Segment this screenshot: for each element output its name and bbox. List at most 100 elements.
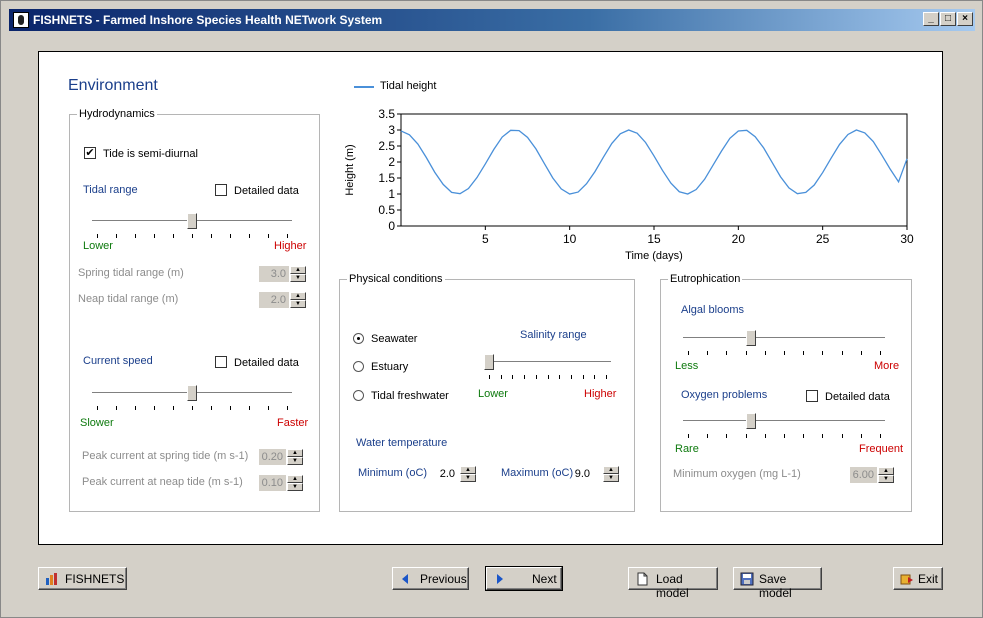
spin-up-icon[interactable]: ▲: [878, 467, 894, 475]
spin-down-icon[interactable]: ▼: [878, 475, 894, 483]
slider-tick: [880, 434, 881, 438]
spin-value: 2.0: [259, 292, 289, 308]
previous-label: Previous: [420, 572, 467, 586]
exit-label: Exit: [918, 572, 939, 586]
physical-conditions-group: Physical conditions Seawater Estuary Tid…: [339, 273, 635, 512]
y-tick-label: 3: [388, 123, 395, 137]
slider-tick: [135, 234, 136, 238]
estuary-radio[interactable]: [353, 361, 364, 372]
slider-tick: [764, 434, 766, 438]
physical-conditions-legend: Physical conditions: [349, 273, 443, 285]
spin-down-icon[interactable]: ▼: [287, 483, 303, 491]
y-axis-label: Height (m): [344, 144, 356, 195]
app-window: FISHNETS - Farmed Inshore Species Health…: [0, 0, 983, 618]
seawater-label: Seawater: [371, 333, 418, 345]
spin-down-icon[interactable]: ▼: [290, 274, 306, 282]
slider-tick: [135, 406, 136, 410]
load-model-button[interactable]: Load model: [628, 567, 718, 600]
slider-tick: [249, 234, 250, 238]
slider-tick: [173, 406, 174, 410]
slider-tick: [559, 375, 561, 379]
slider-tick: [688, 351, 689, 355]
estuary-label: Estuary: [371, 361, 409, 373]
slider-tick: [500, 375, 502, 379]
slider-tick: [535, 375, 537, 379]
document-icon: [637, 572, 648, 586]
minimize-button[interactable]: _: [923, 12, 939, 26]
slider-tick: [707, 351, 709, 355]
current-speed-detailed-checkbox[interactable]: [215, 356, 227, 368]
water-temperature-label: Water temperature: [356, 437, 448, 449]
slider-thumb[interactable]: [746, 330, 757, 346]
current-speed-low: Slower: [80, 417, 114, 429]
arrow-left-icon: [402, 574, 408, 584]
slider-tick: [841, 351, 843, 355]
save-model-label: Save model: [759, 572, 792, 600]
eutrophication-group: Eutrophication Algal blooms Less More Ox…: [660, 273, 912, 512]
slider-thumb[interactable]: [484, 354, 494, 370]
spin-up-icon[interactable]: ▲: [290, 266, 306, 274]
spring-tidal-range-label: Spring tidal range (m): [78, 267, 184, 279]
spin-up-icon[interactable]: ▲: [603, 466, 619, 474]
slider-tick: [606, 375, 607, 379]
tide-semidiurnal-checkbox[interactable]: ✔: [84, 147, 96, 159]
salinity-low: Lower: [478, 388, 508, 400]
tidal-range-slider[interactable]: [92, 211, 292, 241]
tidal-range-detailed-checkbox[interactable]: [215, 184, 227, 196]
save-model-button[interactable]: Save model: [733, 567, 822, 600]
x-tick-label: 25: [816, 232, 830, 246]
slider-tick: [154, 234, 155, 238]
spin-down-icon[interactable]: ▼: [290, 300, 306, 308]
current-speed-detailed-label: Detailed data: [234, 357, 299, 369]
y-tick-label: 2: [388, 155, 395, 169]
algal-blooms-slider[interactable]: [683, 328, 885, 358]
slider-tick: [745, 351, 747, 355]
slider-tick: [707, 434, 709, 438]
eutrophication-legend: Eutrophication: [670, 273, 741, 285]
spin-up-icon[interactable]: ▲: [460, 466, 476, 474]
slider-thumb[interactable]: [746, 413, 757, 429]
spin-down-icon[interactable]: ▼: [603, 474, 619, 482]
spin-up-icon[interactable]: ▲: [287, 475, 303, 483]
oxygen-problems-slider[interactable]: [683, 411, 885, 441]
slider-tick: [154, 406, 155, 410]
slider-tick: [230, 406, 231, 410]
spin-value[interactable]: 2.0: [428, 466, 458, 482]
slider-tick: [230, 234, 231, 238]
current-speed-slider[interactable]: [92, 383, 292, 413]
slider-tick: [880, 351, 881, 355]
y-tick-label: 0: [388, 219, 395, 233]
previous-button[interactable]: Previous: [392, 567, 469, 590]
slider-thumb[interactable]: [187, 385, 197, 401]
salinity-high: Higher: [584, 388, 617, 400]
seawater-radio[interactable]: [353, 333, 364, 344]
slider-tick: [97, 234, 98, 238]
spin-up-icon[interactable]: ▲: [290, 292, 306, 300]
exit-button[interactable]: Exit: [893, 567, 943, 590]
tidal-range-label: Tidal range: [83, 184, 138, 196]
slider-tick: [97, 406, 98, 410]
tidal-range-low: Lower: [83, 240, 113, 252]
spin-value[interactable]: 9.0: [571, 466, 593, 482]
spin-value: 0.10: [259, 475, 286, 491]
slider-thumb[interactable]: [187, 213, 197, 229]
slider-tick: [822, 351, 824, 355]
tidal-freshwater-radio[interactable]: [353, 390, 364, 401]
slider-tick: [745, 434, 747, 438]
spin-down-icon[interactable]: ▼: [287, 457, 303, 465]
next-button[interactable]: Next: [485, 566, 563, 591]
salinity-range-slider[interactable]: [484, 352, 611, 382]
close-button[interactable]: ×: [957, 12, 973, 26]
oxygen-detailed-checkbox[interactable]: [806, 390, 818, 402]
slider-tick: [860, 434, 862, 438]
x-tick-label: 5: [482, 232, 489, 246]
algal-low: Less: [675, 360, 699, 372]
spin-up-icon[interactable]: ▲: [287, 449, 303, 457]
slider-tick: [192, 234, 193, 238]
slider-tick: [287, 406, 288, 410]
fishnets-button[interactable]: FISHNETS: [38, 567, 127, 590]
maximize-button[interactable]: □: [940, 12, 956, 26]
spin-down-icon[interactable]: ▼: [460, 474, 476, 482]
slider-tick: [211, 406, 212, 410]
fish-icon: [13, 12, 29, 28]
